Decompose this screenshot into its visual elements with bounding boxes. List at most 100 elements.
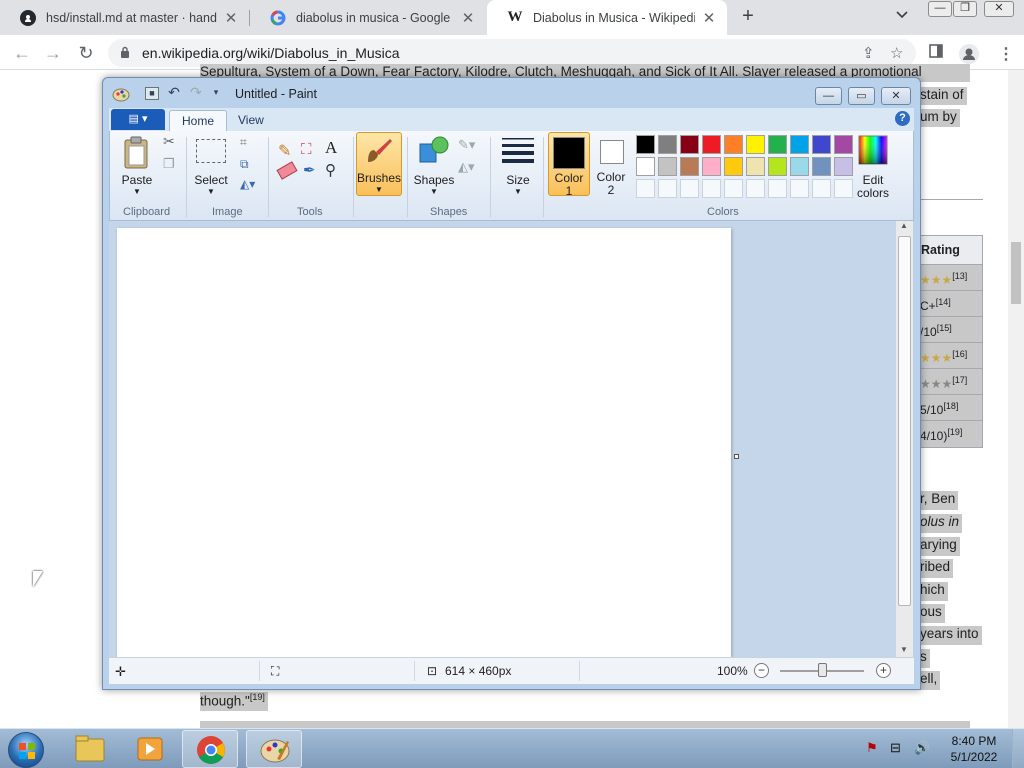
palette-swatch[interactable] (790, 157, 809, 176)
action-center-flag-icon[interactable]: ⚑ (866, 740, 878, 756)
canvas-vertical-scrollbar[interactable]: ▲ ▼ (896, 221, 913, 657)
palette-swatch[interactable] (768, 135, 787, 154)
select-rectangle-icon[interactable] (196, 139, 226, 163)
zoom-out-button[interactable]: − (754, 663, 769, 678)
palette-swatch[interactable] (724, 157, 743, 176)
palette-swatch[interactable] (702, 157, 721, 176)
custom-color-slot[interactable] (746, 179, 765, 198)
custom-color-slot[interactable] (658, 179, 677, 198)
size-lines-icon[interactable] (502, 137, 534, 163)
select-label[interactable]: Select (192, 173, 230, 187)
citation[interactable]: [13] (952, 271, 967, 281)
brushes-button[interactable]: Brushes ▼ (356, 132, 402, 196)
tab-search-chevron-icon[interactable] (896, 8, 908, 22)
size-dropdown-chevron-icon[interactable]: ▼ (500, 187, 536, 196)
taskbar-media-player[interactable] (122, 730, 178, 768)
citation[interactable]: [16] (952, 349, 967, 359)
custom-color-slot[interactable] (680, 179, 699, 198)
paint-app-icon[interactable] (112, 86, 130, 102)
fill-icon[interactable]: ◭▾ (458, 159, 475, 175)
taskbar-paint[interactable] (246, 730, 302, 768)
tab-google[interactable]: diabolus in musica - Google Sear ✕ (250, 0, 486, 35)
select-dropdown-chevron-icon[interactable]: ▼ (192, 187, 230, 196)
back-arrow-icon[interactable]: ← (12, 43, 32, 63)
scroll-down-arrow-icon[interactable]: ▼ (900, 645, 908, 654)
tab-close-icon[interactable]: ✕ (460, 9, 476, 27)
citation[interactable]: [18] (943, 401, 958, 411)
paste-dropdown-chevron-icon[interactable]: ▼ (120, 187, 154, 196)
save-icon[interactable]: ■ (145, 87, 159, 100)
color-picker-icon[interactable]: ✒ (303, 161, 316, 179)
custom-color-slot[interactable] (790, 179, 809, 198)
taskbar-explorer[interactable] (62, 730, 118, 768)
eraser-icon[interactable] (276, 161, 298, 180)
shapes-icon[interactable] (418, 136, 450, 166)
palette-swatch[interactable] (658, 157, 677, 176)
crop-icon[interactable]: ⌗ (240, 135, 247, 150)
show-desktop-button[interactable] (1012, 729, 1024, 768)
copy-icon[interactable]: ❐ (163, 156, 175, 172)
paint-maximize-button[interactable]: ▭ (848, 87, 875, 105)
close-button[interactable]: ✕ (984, 1, 1014, 17)
side-panel-icon[interactable] (929, 44, 943, 63)
palette-swatch[interactable] (680, 135, 699, 154)
edit-colors-label[interactable]: Edit (850, 173, 896, 187)
custom-color-slot[interactable] (636, 179, 655, 198)
citation[interactable]: [17] (952, 375, 967, 385)
new-tab-button[interactable]: + (737, 5, 759, 27)
palette-swatch[interactable] (812, 135, 831, 154)
palette-swatch[interactable] (790, 135, 809, 154)
citation[interactable]: [19] (947, 427, 962, 437)
menu-kebab-icon[interactable]: ⋮ (998, 44, 1014, 64)
palette-swatch[interactable] (636, 135, 655, 154)
color1-button[interactable]: Color 1 (548, 132, 590, 198)
zoom-in-button[interactable]: + (876, 663, 891, 678)
paint-minimize-button[interactable]: — (815, 87, 842, 105)
drawing-canvas[interactable] (117, 228, 731, 657)
citation[interactable]: [14] (936, 297, 951, 307)
custom-color-slot[interactable] (768, 179, 787, 198)
palette-swatch[interactable] (636, 157, 655, 176)
minimize-button[interactable]: — (928, 1, 952, 17)
tab-home[interactable]: Home (169, 110, 228, 131)
palette-swatch[interactable] (658, 135, 677, 154)
tab-close-icon[interactable]: ✕ (701, 9, 717, 27)
citation[interactable]: [19] (250, 692, 265, 702)
palette-swatch[interactable] (702, 135, 721, 154)
undo-icon[interactable]: ↶ (167, 85, 181, 100)
text-tool-icon[interactable]: A (325, 138, 337, 158)
fill-bucket-icon[interactable]: ⛶ (301, 141, 312, 158)
custom-color-slot[interactable] (724, 179, 743, 198)
paint-close-button[interactable]: ✕ (881, 87, 911, 105)
palette-swatch[interactable] (746, 157, 765, 176)
network-icon[interactable]: ⊟ (890, 740, 901, 756)
palette-swatch[interactable] (768, 157, 787, 176)
customize-quick-access-icon[interactable]: ▾ (209, 87, 223, 100)
tab-wikipedia[interactable]: W Diabolus in Musica - Wikipedia ✕ (487, 0, 727, 35)
help-icon[interactable]: ? (895, 111, 910, 126)
taskbar-clock[interactable]: 8:40 PM 5/1/2022 (944, 733, 1004, 765)
custom-color-slot[interactable] (702, 179, 721, 198)
cut-scissors-icon[interactable]: ✂ (163, 133, 175, 150)
outline-icon[interactable]: ✎▾ (458, 137, 475, 153)
palette-swatch[interactable] (834, 135, 853, 154)
url-text[interactable]: en.wikipedia.org/wiki/Diabolus_in_Musica (142, 45, 400, 61)
start-button[interactable] (8, 732, 44, 768)
color2-button[interactable]: Color 2 (592, 132, 630, 197)
tab-close-icon[interactable]: ✕ (223, 9, 239, 27)
canvas-scroll-thumb[interactable] (898, 236, 911, 606)
reload-icon[interactable]: ↻ (76, 43, 96, 63)
share-icon[interactable]: ⇪ (862, 44, 875, 62)
bookmark-star-icon[interactable]: ☆ (890, 44, 903, 62)
restore-button[interactable]: ❐ (953, 1, 977, 17)
shapes-dropdown-chevron-icon[interactable]: ▼ (413, 187, 455, 196)
resize-icon[interactable]: ⧉ (240, 157, 249, 172)
forward-arrow-icon[interactable]: → (43, 43, 63, 63)
palette-swatch[interactable] (724, 135, 743, 154)
canvas-resize-handle[interactable] (734, 454, 739, 459)
rotate-icon[interactable]: ◭▾ (240, 177, 255, 191)
zoom-slider-thumb[interactable] (818, 663, 827, 677)
pencil-icon[interactable]: ✎ (278, 141, 291, 161)
magnifier-icon[interactable]: ⚲ (325, 161, 336, 179)
scroll-up-arrow-icon[interactable]: ▲ (900, 221, 908, 230)
